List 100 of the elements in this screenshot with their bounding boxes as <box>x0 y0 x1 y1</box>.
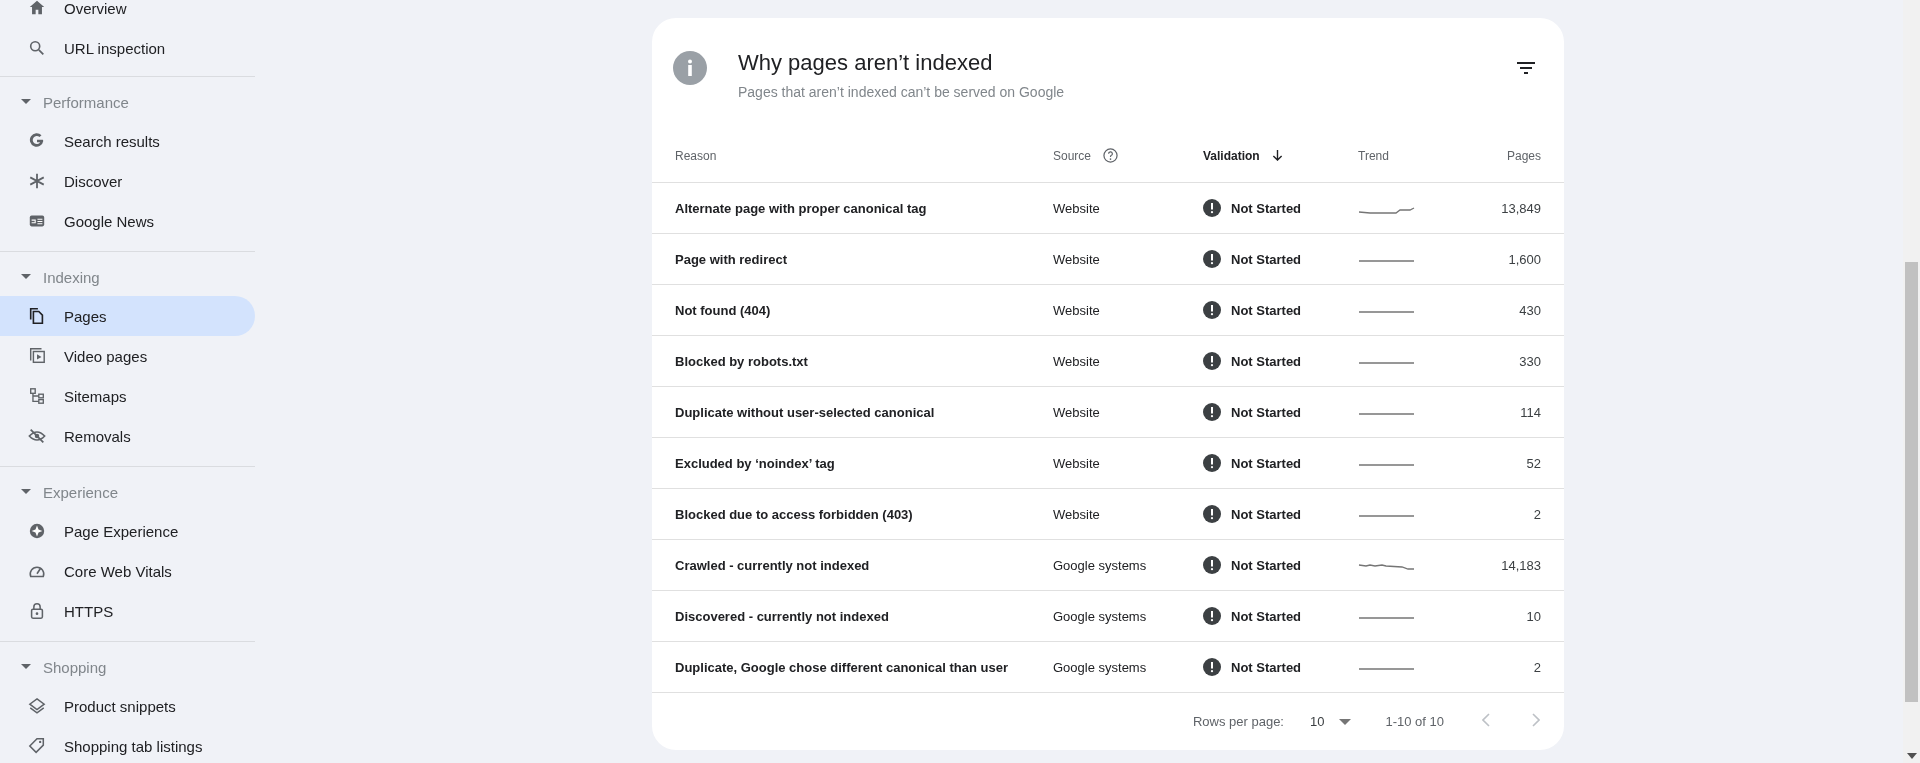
validation-status: Not Started <box>1231 302 1302 318</box>
table-cell-text: 10 <box>1525 608 1541 624</box>
alert-icon <box>1203 556 1221 574</box>
home-icon <box>28 0 46 17</box>
table-cell-text: Website <box>1053 251 1101 267</box>
nav-item[interactable]: Removals <box>0 416 255 456</box>
trend-sparkline <box>1358 311 1415 313</box>
column-header[interactable]: Source <box>1053 148 1092 163</box>
table-cell-text: 2 <box>1532 659 1541 675</box>
table-cell-text: Alternate page with proper canonical tag <box>675 200 928 216</box>
table-cell-text: Crawled - currently not indexed <box>675 557 871 573</box>
nav-item[interactable]: Pages <box>0 296 255 336</box>
column-header[interactable]: Reason <box>675 148 717 163</box>
filter-icon <box>1517 62 1535 74</box>
column-header[interactable]: Validation <box>1203 148 1260 163</box>
caret-icon <box>21 489 31 495</box>
table-cell-text: Not found (404) <box>675 302 772 318</box>
caret-icon <box>21 664 31 670</box>
lock-icon <box>28 602 46 620</box>
table-cell-text: Blocked by robots.txt <box>675 353 809 369</box>
scroll-down-arrow-icon[interactable] <box>1907 753 1917 759</box>
table-cell-text: Google systems <box>1053 659 1148 675</box>
table-cell-text: 13,849 <box>1500 200 1541 216</box>
table-cell-text: Duplicate, Google chose different canonical than user <box>675 659 1009 675</box>
g-letter-icon <box>28 132 46 150</box>
caret-icon <box>1339 718 1352 725</box>
table-cell-text: Discovered - currently not indexed <box>675 608 890 624</box>
validation-status: Not Started <box>1231 200 1302 216</box>
layers-icon <box>28 697 46 715</box>
page-range: 1-10 of 10 <box>1385 714 1444 729</box>
nav-item[interactable]: Product snippets <box>0 686 255 726</box>
nav-item[interactable]: Sitemaps <box>0 376 255 416</box>
table-cell-text: Google systems <box>1053 557 1148 573</box>
trend-sparkline <box>1358 362 1415 364</box>
table-cell-text: Website <box>1053 404 1101 420</box>
table-cell-text: Website <box>1053 506 1101 522</box>
nav-item[interactable]: Search results <box>0 121 255 161</box>
table-cell-text: Page with redirect <box>675 251 788 267</box>
nav-item[interactable]: Overview <box>0 0 265 28</box>
validation-status: Not Started <box>1231 506 1302 522</box>
alert-icon <box>1203 658 1221 676</box>
trend-sparkline <box>1358 564 1415 570</box>
info-icon <box>673 51 707 85</box>
eye-slash-icon <box>28 427 46 445</box>
nav-item[interactable]: Discover <box>0 161 255 201</box>
validation-status: Not Started <box>1231 455 1302 471</box>
alert-icon <box>1203 301 1221 319</box>
nav-item[interactable]: Core Web Vitals <box>0 551 255 591</box>
table-cell-text: Website <box>1053 353 1101 369</box>
chevron-left-icon <box>1482 713 1490 727</box>
card-title: Why pages aren’t indexed <box>738 50 994 76</box>
table-cell-text: Website <box>1053 302 1101 318</box>
trend-sparkline <box>1358 464 1415 466</box>
nav-item[interactable]: Google News <box>0 201 255 241</box>
trend-sparkline <box>1358 668 1415 670</box>
card-subtitle: Pages that aren’t indexed can’t be served on Google <box>738 84 1066 100</box>
table-cell-text: 430 <box>1518 302 1541 318</box>
alert-icon <box>1203 607 1221 625</box>
nav-item[interactable]: HTTPS <box>0 591 255 631</box>
validation-status: Not Started <box>1231 659 1302 675</box>
table-cell-text: 330 <box>1518 353 1541 369</box>
trend-sparkline <box>1358 617 1415 619</box>
table-cell-text: Duplicate without user-selected canonical <box>675 404 936 420</box>
search-icon <box>28 39 46 57</box>
validation-status: Not Started <box>1231 251 1302 267</box>
trend-sparkline <box>1358 515 1415 517</box>
rows-per-page-select[interactable]: 10 <box>1304 713 1358 730</box>
scrollbar-thumb[interactable] <box>1905 262 1918 702</box>
alert-icon <box>1203 505 1221 523</box>
alert-icon <box>1203 454 1221 472</box>
sort-arrow-icon[interactable] <box>1271 150 1283 161</box>
nav-item[interactable]: Page Experience <box>0 511 255 551</box>
validation-status: Not Started <box>1231 608 1302 624</box>
alert-icon <box>1203 403 1221 421</box>
table-cell-text: Google systems <box>1053 608 1148 624</box>
validation-status: Not Started <box>1231 353 1302 369</box>
nav-item[interactable]: Video pages <box>0 336 255 376</box>
scrollbar[interactable] <box>1903 0 1920 763</box>
column-header[interactable]: Pages <box>1506 148 1541 163</box>
table-cell-text: Website <box>1053 455 1101 471</box>
table-cell-text: 52 <box>1525 455 1541 471</box>
column-header[interactable]: Trend <box>1358 148 1389 163</box>
pages-icon <box>28 307 46 325</box>
alert-icon <box>1203 199 1221 217</box>
caret-icon <box>21 274 31 280</box>
star-circle-icon <box>28 522 46 540</box>
table-cell-text: Excluded by ‘noindex’ tag <box>675 455 836 471</box>
video-icon <box>28 347 46 365</box>
caret-icon <box>21 99 31 105</box>
table-cell-text: 14,183 <box>1500 557 1541 573</box>
validation-status: Not Started <box>1231 557 1302 573</box>
sitemap-icon <box>28 387 46 405</box>
trend-sparkline <box>1358 206 1415 214</box>
tag-icon <box>28 737 46 755</box>
help-icon[interactable] <box>1103 148 1119 163</box>
asterisk-icon <box>28 172 46 190</box>
nav-item[interactable]: URL inspection <box>0 28 265 68</box>
trend-sparkline <box>1358 260 1415 262</box>
table-cell-text: 1,600 <box>1507 251 1541 267</box>
nav-item[interactable]: Shopping tab listings <box>0 726 255 763</box>
